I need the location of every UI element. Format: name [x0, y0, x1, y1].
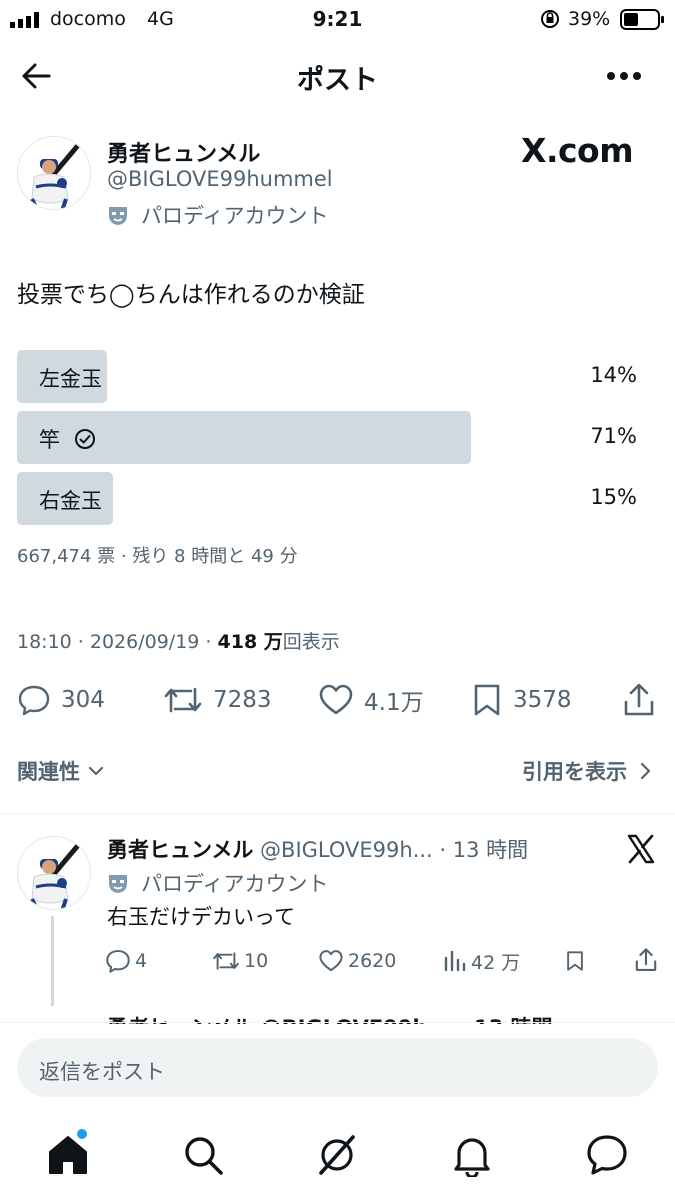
poll-option-percent: 14%	[590, 363, 637, 387]
reply-display-name[interactable]: 勇者ヒュンメル	[107, 838, 253, 862]
sort-relevance-dropdown[interactable]: 関連性	[17, 756, 106, 786]
reply-avatar[interactable]	[17, 836, 91, 910]
poll-option-percent: 71%	[590, 424, 637, 448]
poll-option-text: 竿	[39, 428, 60, 452]
reply-like-button[interactable]: 2620	[318, 946, 396, 976]
reply-like-count: 2620	[348, 950, 397, 972]
repost-button[interactable]: 7283	[163, 682, 272, 718]
reply-view-count: 42 万	[471, 951, 521, 974]
author-handle[interactable]: @BIGLOVE99hummel	[107, 167, 333, 191]
heart-icon	[319, 684, 353, 715]
messages-icon[interactable]	[585, 1133, 629, 1177]
reply-text: 右玉だけデカいって	[107, 905, 295, 929]
bookmark-icon	[474, 684, 500, 716]
analytics-icon	[444, 950, 466, 972]
reply-bubble-icon	[18, 685, 50, 716]
reply-meta: @BIGLOVE99h... · 13 時間	[253, 838, 529, 862]
view-quotes-link[interactable]: 引用を表示	[522, 756, 655, 786]
post-timestamp: 18:10 · 2026/09/19 · 418 万回表示	[17, 627, 340, 654]
home-icon[interactable]	[46, 1133, 90, 1177]
poll-option-text: 右金玉	[39, 489, 102, 513]
reply-compose-input[interactable]: 返信をポスト	[17, 1038, 658, 1097]
repost-icon	[213, 952, 239, 970]
grok-icon[interactable]	[315, 1133, 359, 1177]
reply-repost-button[interactable]: 10	[212, 946, 268, 976]
poll-option: 竿 71%	[17, 411, 657, 464]
repost-count: 7283	[213, 687, 272, 713]
battery-icon	[620, 9, 664, 30]
timestamp-text[interactable]: 18:10 · 2026/09/19 ·	[17, 631, 218, 653]
share-icon[interactable]	[622, 682, 656, 718]
view-count: 418 万	[217, 631, 283, 653]
avatar[interactable]	[17, 136, 91, 210]
reply-reply-count: 4	[135, 950, 148, 972]
status-bar: docomo 4G 9:21 39%	[0, 0, 675, 40]
source-logo: X.com	[521, 131, 634, 170]
poll-option-percent: 15%	[590, 485, 637, 509]
divider	[0, 813, 675, 814]
author-display-name[interactable]: 勇者ヒュンメル	[107, 136, 260, 168]
reply-parody-badge: パロディアカウント	[107, 868, 329, 898]
orientation-lock-icon	[541, 10, 559, 28]
reply-repost-count: 10	[244, 950, 269, 972]
notification-dot	[77, 1129, 87, 1139]
chevron-right-icon	[640, 762, 651, 780]
poll-option-label: 竿	[39, 424, 96, 454]
thread-line	[51, 916, 54, 1006]
like-count: 4.1万	[364, 690, 424, 716]
poll-option: 左金玉 14%	[17, 350, 657, 403]
chevron-down-icon	[88, 766, 104, 776]
parody-badge: パロディアカウント	[107, 200, 329, 230]
divider	[0, 1022, 675, 1023]
poll-option-label: 右金玉	[39, 485, 102, 515]
bookmark-count: 3578	[513, 687, 572, 713]
repost-icon	[164, 687, 202, 713]
page-title: ポスト	[297, 65, 378, 96]
view-quotes-label: 引用を表示	[522, 760, 627, 784]
heart-icon	[319, 950, 343, 972]
poll-option: 右金玉 15%	[17, 472, 657, 525]
reply-bubble-icon	[106, 950, 130, 973]
like-button[interactable]: 4.1万	[318, 682, 424, 718]
x-logo-icon	[627, 834, 655, 864]
poll-option-text: 左金玉	[39, 367, 102, 391]
bookmark-button[interactable]: 3578	[471, 682, 572, 718]
search-icon[interactable]	[181, 1133, 225, 1177]
reply-button[interactable]: 304	[17, 682, 105, 718]
reply-count: 304	[61, 687, 105, 713]
reply-views-button[interactable]: 42 万	[443, 946, 520, 976]
view-label: 回表示	[282, 631, 340, 653]
sort-relevance-label: 関連性	[17, 760, 80, 784]
reply-parody-label: パロディアカウント	[141, 872, 329, 896]
more-options-icon[interactable]	[606, 70, 642, 82]
parody-mask-icon	[109, 875, 127, 893]
reply-header: 勇者ヒュンメル @BIGLOVE99h... · 13 時間	[107, 834, 528, 864]
share-icon[interactable]	[634, 947, 658, 973]
parody-mask-icon	[109, 207, 127, 225]
bookmark-icon[interactable]	[565, 949, 585, 973]
reply-reply-button[interactable]: 4	[105, 946, 147, 976]
parody-badge-label: パロディアカウント	[141, 204, 329, 228]
poll-option-label: 左金玉	[39, 363, 102, 393]
post-text: 投票でち◯ちんは作れるのか検証	[17, 282, 365, 308]
notifications-bell-icon[interactable]	[450, 1133, 494, 1177]
battery-percent: 39%	[568, 8, 611, 30]
winner-check-icon	[75, 429, 95, 449]
poll-meta: 667,474 票 · 残り 8 時間と 49 分	[17, 546, 298, 567]
